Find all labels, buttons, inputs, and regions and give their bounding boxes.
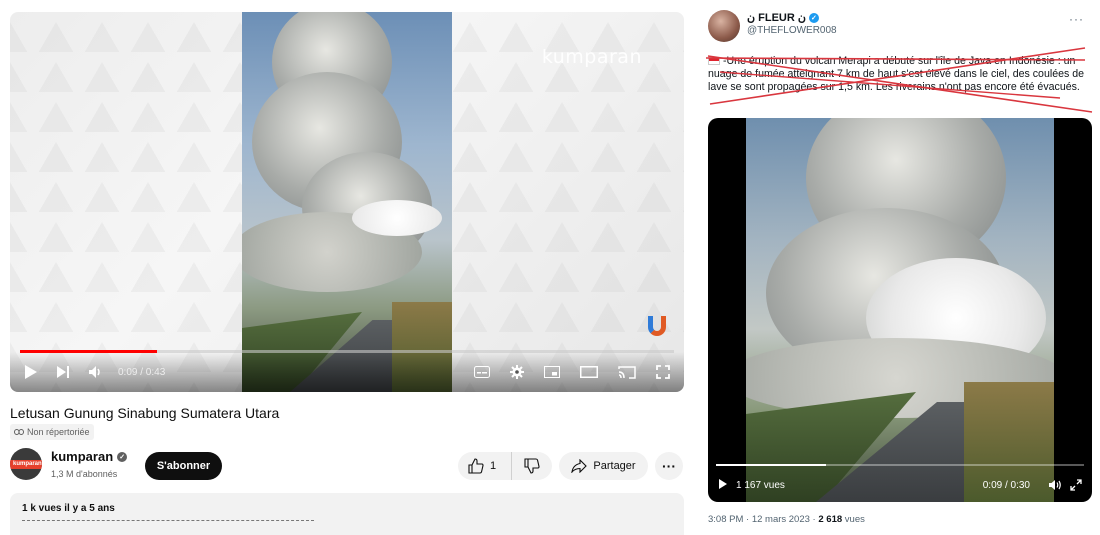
thumbs-down-icon (524, 458, 540, 474)
player-controls: 0:09 / 0:43 (10, 352, 684, 392)
share-icon (571, 459, 588, 473)
video-progress-fill (716, 464, 827, 466)
tweet-view-label: vues (844, 514, 865, 525)
like-button[interactable]: 1 (458, 452, 512, 480)
more-icon: ··· (662, 458, 676, 474)
channel-name[interactable]: kumparan ✓ (51, 449, 128, 464)
time-display: 0:09 / 0:43 (118, 366, 166, 378)
unlisted-label: Non répertoriée (27, 427, 90, 437)
kumparan-u-logo (648, 316, 666, 336)
description-meta: 1 k vues il y a 5 ans (22, 503, 115, 514)
avatar-logo-text: kumparan (13, 461, 42, 467)
video-controls: 1 167 vues 0:09 / 0:30 (708, 468, 1092, 502)
white-cloud (352, 200, 442, 236)
miniplayer-icon[interactable] (544, 366, 560, 378)
channel-avatar[interactable]: kumparan (10, 448, 42, 480)
tweet-video[interactable]: 1 167 vues 0:09 / 0:30 (708, 118, 1092, 502)
video-progress-bar[interactable] (716, 464, 1084, 466)
subscriber-count: 1,3 M d'abonnés (51, 469, 118, 479)
video-frame (242, 12, 452, 392)
play-icon[interactable] (24, 364, 38, 380)
indonesia-flag-icon (708, 57, 720, 66)
more-icon[interactable]: ··· (1069, 12, 1084, 26)
more-actions-button[interactable]: ··· (655, 452, 683, 480)
volume-icon[interactable] (88, 365, 104, 379)
subtitles-icon[interactable] (474, 366, 490, 378)
theater-icon[interactable] (580, 366, 598, 378)
tweet-text: -Une éruption du volcan Merapi a débuté … (708, 55, 1090, 94)
share-button[interactable]: Partager (559, 452, 648, 480)
tweet-footer: 3:08 PM · 12 mars 2023 · 2 618 vues (708, 514, 865, 525)
author-avatar[interactable] (708, 10, 740, 42)
verified-icon: ✓ (117, 451, 128, 462)
author-display-name[interactable]: ن FLEUR ن (747, 11, 806, 24)
video-player[interactable]: kumparan 0:09 / 0:43 (10, 12, 684, 392)
kumparan-watermark: kumparan (541, 46, 642, 68)
dislike-button[interactable] (512, 452, 552, 480)
video-views: 1 167 vues (736, 479, 785, 491)
channel-name-text[interactable]: kumparan (51, 449, 113, 464)
play-icon[interactable] (718, 478, 728, 493)
tweet: ن FLEUR ن ✓ @THEFLOWER008 ··· -Une érupt… (700, 0, 1100, 535)
tweet-timestamp[interactable]: 3:08 PM · 12 mars 2023 · (708, 514, 816, 525)
like-dislike-group: 1 (458, 452, 552, 480)
author-handle[interactable]: @THEFLOWER008 (747, 25, 837, 36)
screenshot-root: kumparan 0:09 / 0:43 Letusan Gunung Sina… (0, 0, 1100, 535)
description-separator (22, 520, 314, 521)
subscribe-button[interactable]: S'abonner (145, 452, 222, 480)
fullscreen-icon[interactable] (656, 365, 670, 379)
video-time: 0:09 / 0:30 (982, 479, 1030, 491)
like-count: 1 (490, 460, 497, 472)
share-label: Partager (593, 460, 636, 472)
author-name[interactable]: ن FLEUR ن ✓ (747, 11, 819, 24)
thumbs-up-icon (468, 458, 484, 474)
player-controls-right (454, 365, 670, 379)
description-box[interactable]: 1 k vues il y a 5 ans (10, 493, 684, 535)
link-icon (14, 429, 24, 435)
unlisted-badge: Non répertoriée (10, 424, 94, 440)
settings-icon[interactable] (510, 365, 524, 379)
video-frame (746, 118, 1054, 502)
fullscreen-icon[interactable] (1070, 479, 1082, 491)
tweet-view-count: 2 618 (818, 514, 843, 525)
next-icon[interactable] (56, 365, 70, 379)
volume-icon[interactable] (1048, 479, 1062, 491)
cast-icon[interactable] (618, 365, 636, 379)
tweet-text-body: -Une éruption du volcan Merapi a débuté … (708, 55, 1084, 93)
verified-icon: ✓ (808, 12, 819, 23)
video-title: Letusan Gunung Sinabung Sumatera Utara (10, 405, 280, 421)
youtube-watch-page: kumparan 0:09 / 0:43 Letusan Gunung Sina… (0, 0, 690, 535)
